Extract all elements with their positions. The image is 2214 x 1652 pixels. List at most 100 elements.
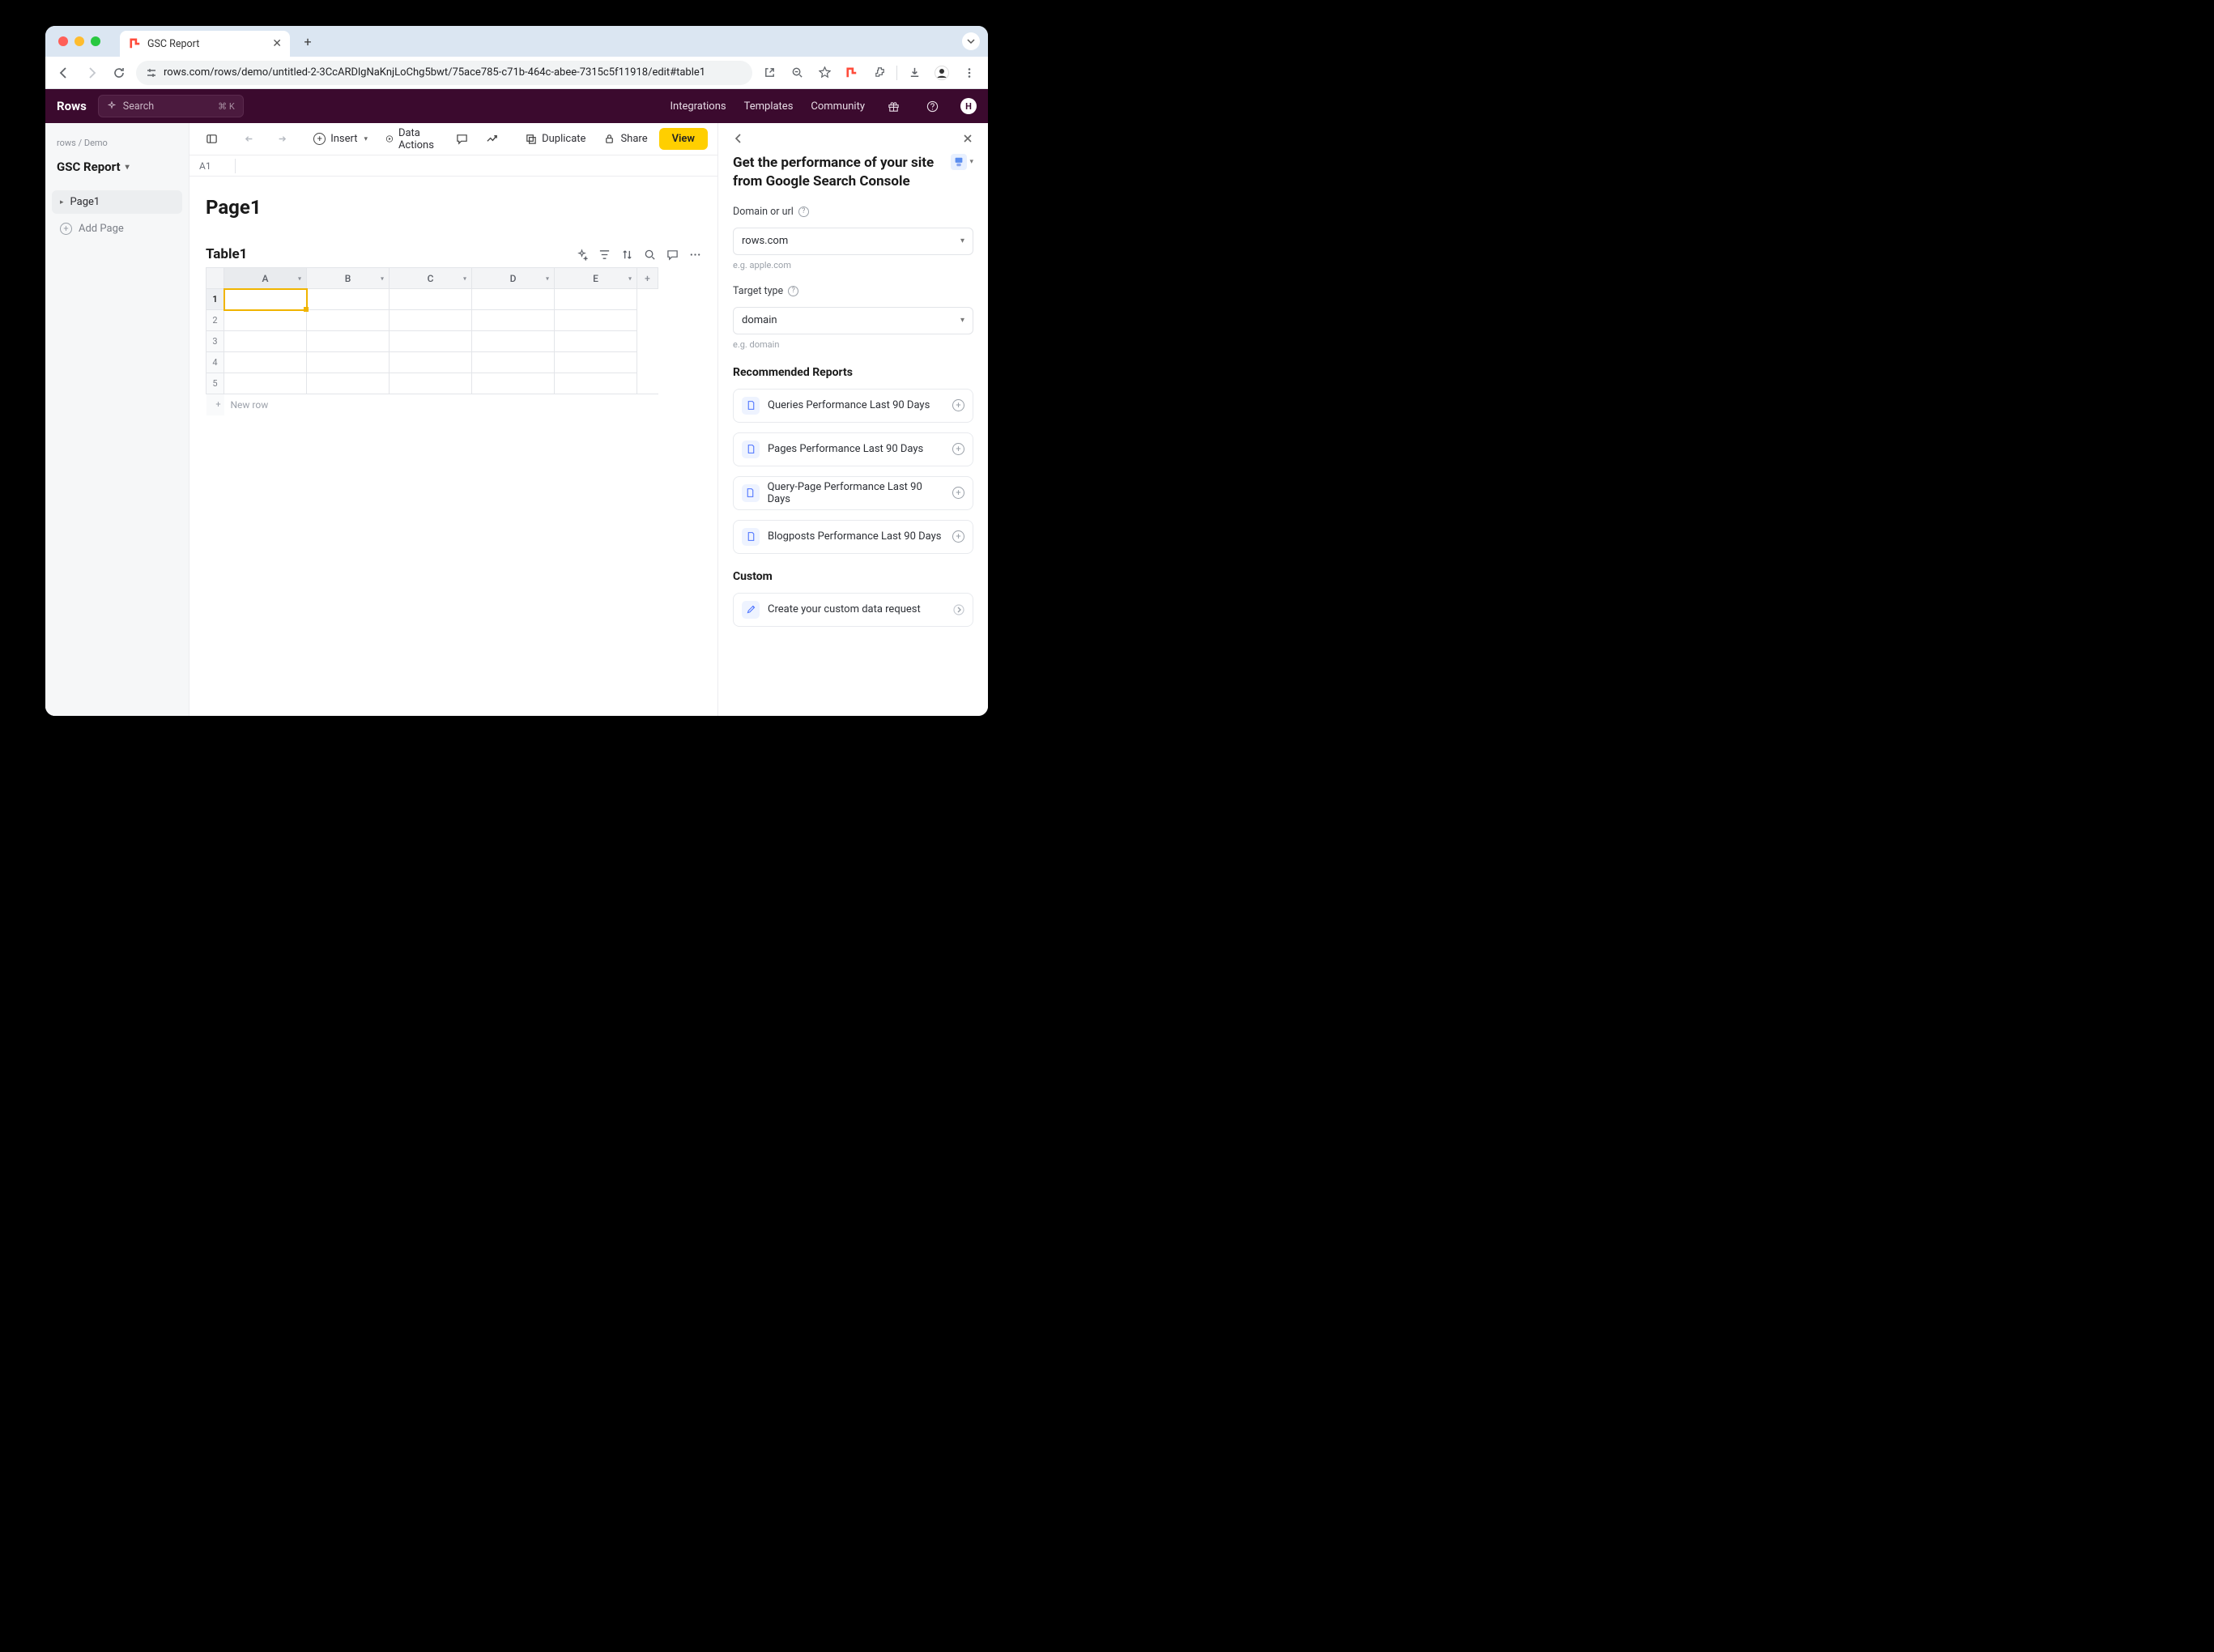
panel-close-button[interactable] [962, 133, 973, 144]
cell[interactable] [224, 310, 307, 331]
column-header-c[interactable]: C▾ [390, 268, 472, 289]
cell[interactable] [390, 373, 472, 394]
help-icon[interactable]: ? [798, 206, 809, 217]
cell[interactable] [224, 352, 307, 373]
help-icon[interactable] [922, 96, 943, 117]
rows-extension-icon[interactable] [841, 62, 862, 83]
add-report-icon[interactable]: + [952, 487, 964, 499]
nav-forward-button[interactable] [81, 62, 102, 83]
cell[interactable] [555, 310, 637, 331]
add-page-button[interactable]: + Add Page [52, 217, 182, 241]
cell[interactable] [307, 373, 390, 394]
add-report-icon[interactable]: + [952, 399, 964, 411]
chevron-down-icon[interactable]: ▾ [463, 275, 466, 282]
column-header-b[interactable]: B▾ [307, 268, 390, 289]
filter-icon[interactable] [598, 248, 611, 261]
spreadsheet-table[interactable]: A▾ B▾ C▾ D▾ E▾ + 1 2 3 4 5 [206, 267, 658, 415]
row-header[interactable]: 4 [206, 352, 224, 373]
custom-request-item[interactable]: Create your custom data request [733, 593, 973, 627]
column-header-a[interactable]: A▾ [224, 268, 307, 289]
add-row-button[interactable]: + [206, 394, 224, 415]
cell[interactable] [390, 331, 472, 352]
user-avatar[interactable]: H [960, 98, 977, 114]
gift-icon[interactable] [883, 96, 904, 117]
more-icon[interactable] [688, 248, 701, 261]
page-title[interactable]: Page1 [206, 196, 701, 219]
search-icon[interactable] [643, 248, 656, 261]
global-search[interactable]: Search ⌘ K [98, 95, 244, 117]
toggle-sidebar-button[interactable] [199, 129, 224, 149]
sort-icon[interactable] [620, 248, 633, 261]
row-header[interactable]: 2 [206, 310, 224, 331]
comment-icon[interactable] [666, 248, 679, 261]
chevron-down-icon[interactable]: ▾ [381, 275, 384, 282]
report-item[interactable]: Query-Page Performance Last 90 Days + [733, 476, 973, 510]
sidebar-item-page1[interactable]: ▸ Page1 [52, 190, 182, 214]
zoom-icon[interactable] [786, 62, 807, 83]
cell[interactable] [224, 331, 307, 352]
cell[interactable] [307, 352, 390, 373]
domain-select[interactable]: rows.com ▾ [733, 228, 973, 255]
table-title[interactable]: Table1 [206, 246, 247, 262]
cell-a1[interactable] [224, 289, 307, 310]
cell[interactable] [307, 310, 390, 331]
chevron-down-icon[interactable]: ▾ [298, 275, 301, 282]
add-report-icon[interactable]: + [952, 530, 964, 543]
new-row-label[interactable]: New row [224, 394, 658, 415]
cell[interactable] [307, 289, 390, 310]
reload-button[interactable] [109, 62, 130, 83]
crumb-root[interactable]: rows [57, 138, 76, 148]
insert-button[interactable]: + Insert ▾ [307, 129, 374, 149]
column-header-d[interactable]: D▾ [472, 268, 555, 289]
row-header[interactable]: 5 [206, 373, 224, 394]
select-all-corner[interactable] [206, 268, 224, 289]
cell[interactable] [555, 331, 637, 352]
column-header-e[interactable]: E▾ [555, 268, 637, 289]
address-bar[interactable]: rows.com/rows/demo/untitled-2-3CcARDlgNa… [136, 61, 752, 85]
chevron-down-icon[interactable]: ▾ [546, 275, 549, 282]
report-item[interactable]: Blogposts Performance Last 90 Days + [733, 520, 973, 554]
cell[interactable] [472, 373, 555, 394]
minimize-window-button[interactable] [75, 36, 84, 46]
row-header[interactable]: 3 [206, 331, 224, 352]
extensions-icon[interactable] [869, 62, 890, 83]
comment-button[interactable] [449, 129, 475, 149]
formula-bar[interactable]: A1 [189, 155, 717, 177]
cell[interactable] [555, 373, 637, 394]
redo-button[interactable] [268, 129, 293, 149]
cell[interactable] [472, 310, 555, 331]
gsc-source-icon[interactable] [951, 154, 967, 170]
add-column-button[interactable]: + [637, 268, 658, 289]
app-logo[interactable]: Rows [57, 99, 87, 113]
cell[interactable] [472, 331, 555, 352]
cell[interactable] [307, 331, 390, 352]
new-tab-button[interactable]: + [296, 30, 319, 53]
nav-templates[interactable]: Templates [744, 100, 794, 113]
nav-back-button[interactable] [53, 62, 75, 83]
bookmark-icon[interactable] [814, 62, 835, 83]
target-select[interactable]: domain ▾ [733, 307, 973, 334]
chevron-down-icon[interactable]: ▾ [628, 275, 632, 282]
help-icon[interactable]: ? [788, 286, 798, 296]
chevron-down-icon[interactable]: ▾ [969, 158, 973, 166]
nav-integrations[interactable]: Integrations [670, 100, 726, 113]
data-actions-button[interactable]: Data Actions [379, 123, 445, 155]
duplicate-button[interactable]: Duplicate [518, 129, 592, 149]
cell[interactable] [390, 289, 472, 310]
downloads-icon[interactable] [904, 62, 925, 83]
browser-menu-icon[interactable] [959, 62, 980, 83]
add-report-icon[interactable]: + [952, 443, 964, 455]
nav-community[interactable]: Community [811, 100, 865, 113]
report-item[interactable]: Queries Performance Last 90 Days + [733, 389, 973, 423]
view-button[interactable]: View [659, 128, 708, 150]
trend-button[interactable] [479, 129, 505, 149]
cell[interactable] [472, 289, 555, 310]
ai-sparkle-icon[interactable] [575, 248, 588, 261]
open-external-icon[interactable] [759, 62, 780, 83]
cell[interactable] [555, 289, 637, 310]
profile-avatar-icon[interactable] [931, 62, 952, 83]
cell[interactable] [390, 352, 472, 373]
maximize-window-button[interactable] [91, 36, 100, 46]
cell[interactable] [472, 352, 555, 373]
cell[interactable] [555, 352, 637, 373]
